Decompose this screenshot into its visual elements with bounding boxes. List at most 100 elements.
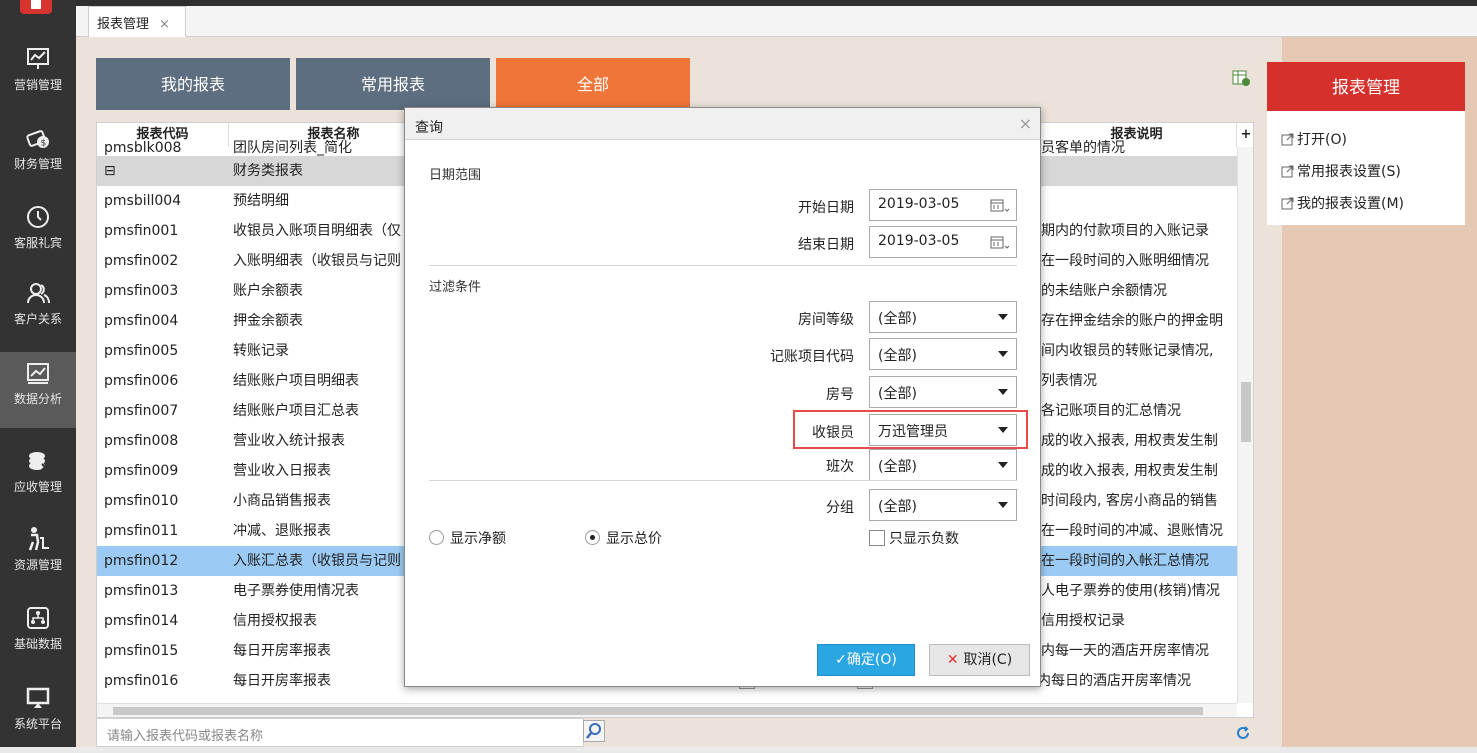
divider [429,480,1017,481]
tab-all-reports[interactable]: 全部 [496,58,690,110]
report-code: pmsfin013 [104,583,179,599]
chevron-down-icon [998,314,1008,320]
report-description: 人电子票券的使用(核销)情况 [1041,583,1220,599]
sidebar-item-label: 营销管理 [13,78,62,92]
report-description: 内每一天的酒店开房率情况 [1041,643,1209,659]
refresh-icon[interactable] [1236,726,1250,740]
collapse-icon[interactable]: ⊟ [104,156,224,186]
report-code: pmsfin011 [104,523,179,539]
vertical-scrollbar[interactable] [1237,147,1253,703]
chevron-down-icon [998,462,1008,468]
report-description: 列表情况 [1041,373,1097,389]
tab-strip: 报表管理 × [76,6,1477,37]
start-date-field[interactable]: 2019-03-05 [869,189,1017,221]
common-report-settings-action[interactable]: 常用报表设置(S) [1281,161,1401,181]
report-actions-card: 报表管理 打开(O) 常用报表设置(S) 我的报表设置(M) [1267,62,1465,225]
shift-select[interactable]: (全部) [869,449,1017,481]
show-total-radio[interactable]: 显示总价 [585,528,662,548]
report-name: 账户余额表 [233,283,303,299]
sidebar: 营销管理 $ 财务管理 客服礼宾 客户关系 数据分析 应收管理 资源管理 基础数… [0,0,76,747]
scrollbar-thumb[interactable] [113,707,1203,715]
export-excel-icon[interactable] [1232,70,1250,86]
report-description: 期内的付款项目的入账记录 [1041,223,1209,239]
report-code: pmsfin015 [104,643,179,659]
report-name: 入账明细表（收银员与记则 [233,253,401,269]
highlight-box [793,410,1028,449]
report-code: pmsfin008 [104,433,179,449]
search-icon[interactable] [583,720,605,742]
person-cart-icon [28,527,49,551]
date-range-section: 日期范围 [429,168,482,183]
report-code: pmsfin007 [104,403,179,419]
sidebar-item-label: 客户关系 [13,312,62,326]
my-report-settings-action[interactable]: 我的报表设置(M) [1281,193,1404,213]
report-code: pmsblk008 [104,140,182,156]
report-name: 收银员入账项目明细表（仅 [233,223,401,239]
item-code-label: 记账项目代码 [770,349,854,365]
sidebar-item-finance[interactable]: $ 财务管理 [0,117,76,193]
report-name: 每日开房率报表 [233,673,331,689]
people-icon [27,283,50,304]
hierarchy-icon [27,607,49,629]
external-link-icon [1281,133,1294,146]
report-description: 存在押金结余的账户的押金明 [1041,313,1223,329]
tab-report-management[interactable]: 报表管理 × [88,6,186,37]
sidebar-item-marketing[interactable]: 营销管理 [0,38,76,114]
report-name: 结账账户项目汇总表 [233,403,359,419]
report-description: 的未结账户余额情况 [1041,283,1167,299]
sidebar-item-label: 资源管理 [13,558,62,572]
report-name: 入账汇总表（收银员与记则 [233,553,401,569]
app-logo [20,0,52,14]
report-description: 在一段时间的入账明细情况 [1041,253,1209,269]
sidebar-item-label: 客服礼宾 [13,236,62,250]
sidebar-item-system[interactable]: 系统平台 [0,677,76,753]
report-name: 预结明细 [233,193,289,209]
report-code: pmsfin004 [104,313,179,329]
room-grade-select[interactable]: (全部) [869,301,1017,333]
close-icon: ✕ [946,652,964,668]
tab-common-reports[interactable]: 常用报表 [296,58,490,110]
group-label: 分组 [826,500,854,516]
show-net-radio[interactable]: 显示净额 [429,528,506,548]
check-icon: ✓ [835,652,847,668]
calendar-icon[interactable] [990,198,1010,213]
sidebar-item-label: 系统平台 [13,717,62,731]
negative-only-checkbox[interactable]: 只显示负数 [869,528,959,548]
monitor-icon [26,687,50,708]
external-link-icon [1281,165,1294,178]
item-code-select[interactable]: (全部) [869,338,1017,370]
filter-section: 过滤条件 [429,280,482,295]
room-number-select[interactable]: (全部) [869,376,1017,408]
report-code: pmsfin006 [104,373,179,389]
report-code: pmsfin003 [104,283,179,299]
end-date-field[interactable]: 2019-03-05 [869,226,1017,258]
open-action[interactable]: 打开(O) [1281,129,1347,149]
sidebar-item-crm[interactable]: 客户关系 [0,272,76,348]
sidebar-item-concierge[interactable]: 客服礼宾 [0,196,76,272]
horizontal-scrollbar[interactable] [97,703,1237,717]
tab-label: 报表管理 [97,17,150,32]
tab-my-reports[interactable]: 我的报表 [96,58,290,110]
scrollbar-thumb[interactable] [1241,382,1251,442]
report-name: 转账记录 [233,343,289,359]
report-code: pmsfin010 [104,493,179,509]
report-search-input[interactable]: 请输入报表代码或报表名称 [96,718,584,747]
close-icon[interactable]: × [159,17,170,32]
sidebar-item-analytics[interactable]: 数据分析 [0,352,76,428]
sidebar-item-base-data[interactable]: 基础数据 [0,597,76,673]
radio-circle [429,530,444,545]
end-date-label: 结束日期 [798,237,854,253]
divider [429,265,1017,266]
money-bag-icon: $ [26,130,49,149]
report-description: 成的收入报表, 用权责发生制 [1041,433,1218,449]
ok-button[interactable]: ✓确定(O) [817,644,915,676]
report-description: 各记账项目的汇总情况 [1041,403,1181,419]
group-select[interactable]: (全部) [869,489,1017,521]
sidebar-item-resources[interactable]: 资源管理 [0,518,76,594]
report-name: 营业收入统计报表 [233,433,345,449]
sidebar-item-receivables[interactable]: 应收管理 [0,440,76,516]
calendar-icon[interactable] [990,235,1010,250]
report-description: 间内收银员的转账记录情况, [1041,343,1214,359]
cancel-button[interactable]: ✕ 取消(C) [929,644,1030,676]
close-icon[interactable]: × [1019,114,1032,133]
